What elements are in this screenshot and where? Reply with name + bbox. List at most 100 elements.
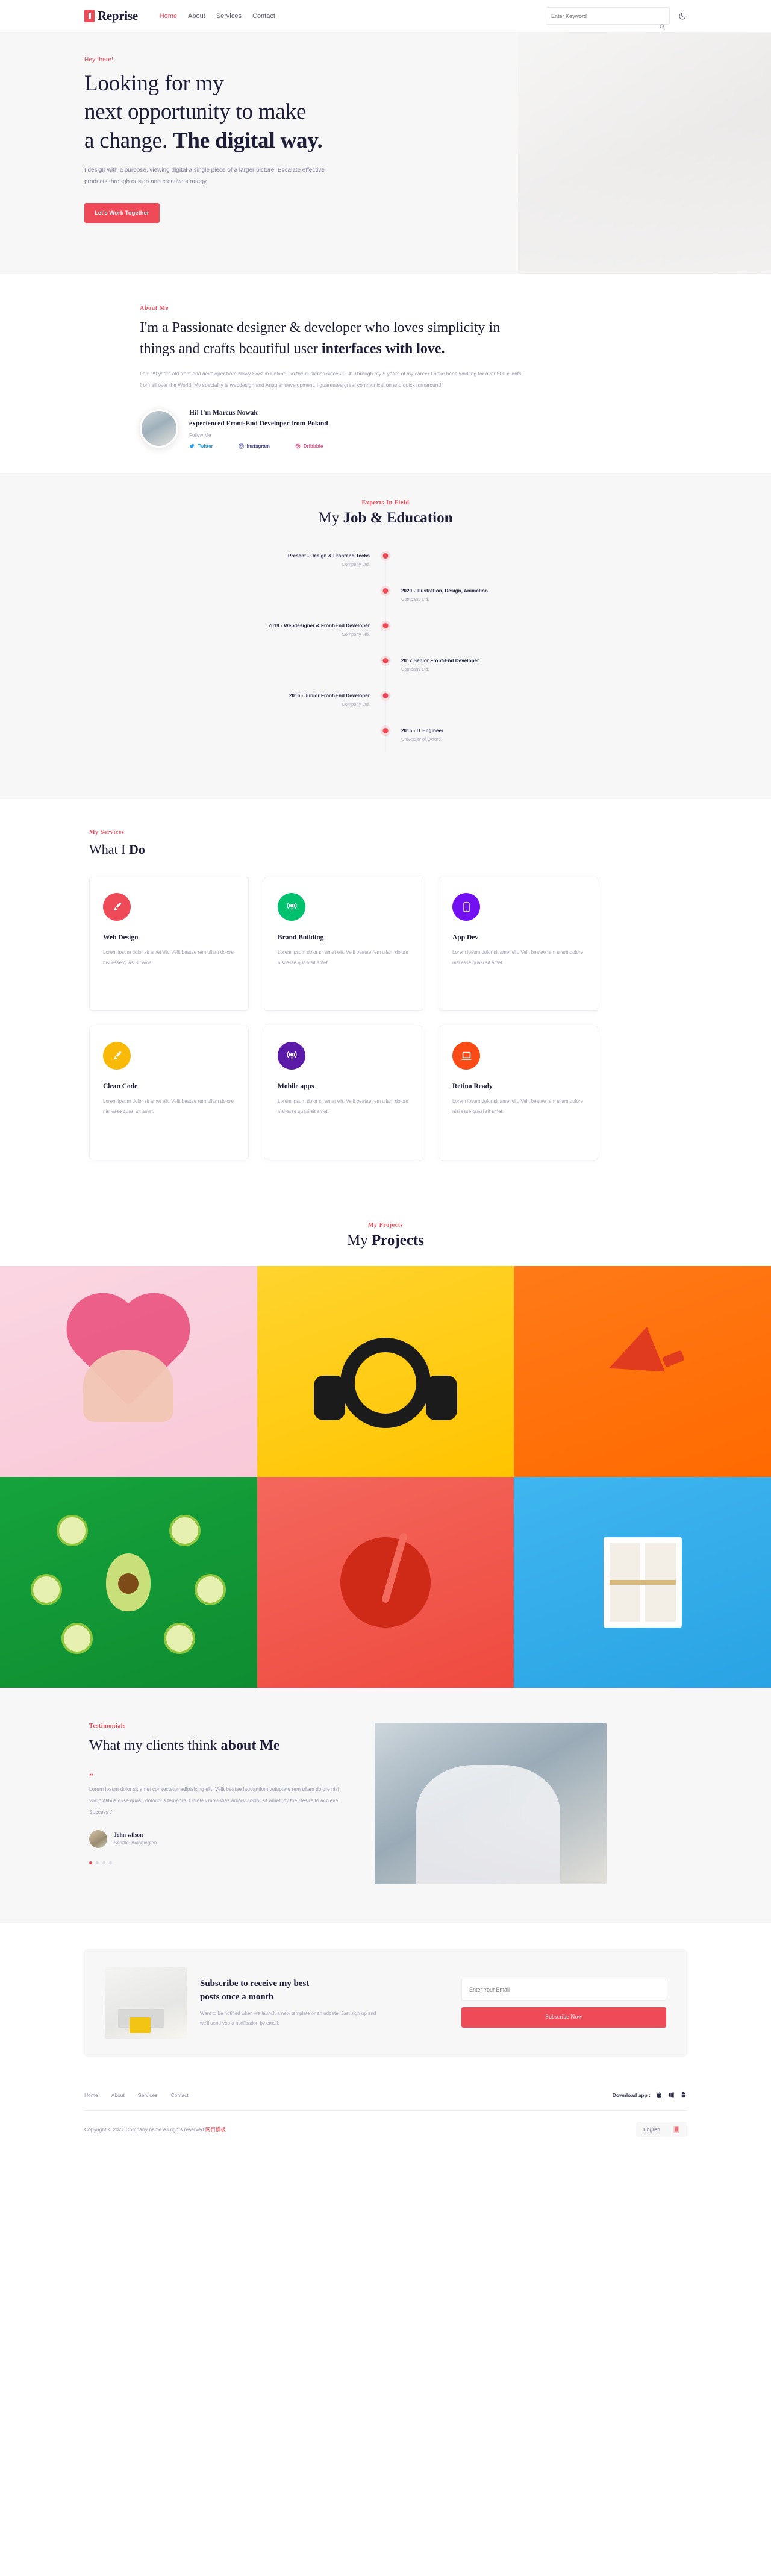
author-name-line-1: Hi! I'm Marcus Nowak [189, 409, 258, 416]
service-card-desc: Lorem ipsum dolor sit amet elit. Velit b… [452, 1098, 583, 1114]
service-card[interactable]: Mobile apps Lorem ipsum dolor sit amet e… [264, 1026, 423, 1160]
social-link-twitter[interactable]: Twitter [189, 443, 213, 449]
pagination-dot-3[interactable] [102, 1861, 105, 1864]
timeline-item-sub: Company Ltd. [342, 562, 370, 568]
service-card[interactable]: Retina Ready Lorem ipsum dolor sit amet … [439, 1026, 598, 1160]
service-card-title: Mobile apps [278, 1083, 314, 1091]
service-card[interactable]: App Dev Lorem ipsum dolor sit amet elit.… [439, 877, 598, 1011]
testimonials-title-plain: What my clients think [89, 1738, 221, 1754]
services-eyebrow: My Services [89, 829, 125, 836]
hero-title-line-3: a change. [84, 128, 173, 153]
timeline-item-sub: University of Oxford [401, 736, 441, 742]
about-heading: I'm a Passionate designer & developer wh… [140, 318, 525, 360]
timeline-item: 2020 - Illustration, Design, Animation C… [223, 588, 548, 623]
timeline-item: 2019 - Webdesigner & Front-End Developer… [223, 623, 548, 658]
testimonial-author-location: Seattle, Washington [114, 1840, 157, 1846]
subscribe-submit-button[interactable]: Subscribe Now [461, 2007, 666, 2028]
subscribe-email-input[interactable] [461, 1978, 666, 2001]
headphone-right-cup-shape [426, 1376, 458, 1421]
services-title-plain: What I [89, 842, 129, 857]
social-link-dribbble[interactable]: Dribbble [295, 443, 323, 449]
service-card-title: Brand Building [278, 934, 324, 942]
timeline-item-sub: Company Ltd. [401, 666, 429, 672]
language-selector[interactable]: English [636, 2122, 687, 2137]
timeline-dot-icon [382, 553, 389, 559]
kiwi-shape [195, 1574, 226, 1606]
timeline-item-sub: Company Ltd. [342, 631, 370, 638]
kiwi-shape [169, 1515, 201, 1547]
about-paragraph: I am 29 years old front-end developer fr… [140, 370, 522, 388]
android-icon[interactable] [680, 2092, 687, 2098]
project-tile-avocado-kiwi[interactable] [0, 1477, 257, 1688]
avocado-shape [106, 1553, 151, 1612]
hero-section: Hey there! Looking for my next opportuni… [0, 33, 771, 274]
service-card-title: Retina Ready [452, 1083, 493, 1091]
headphone-band-shape [340, 1338, 431, 1429]
nav-item-services[interactable]: Services [216, 13, 242, 20]
search-box[interactable] [546, 7, 670, 30]
hero-title: Looking for my next opportunity to make … [84, 69, 687, 155]
projects-grid [0, 1266, 771, 1688]
subscribe-heading-line-1: Subscribe to receive my best [200, 1979, 310, 1989]
windows-icon[interactable] [668, 2092, 675, 2098]
brand-logo[interactable]: Reprise [84, 8, 138, 24]
drink-cup-shape [340, 1537, 431, 1628]
logo-mark-icon [84, 10, 95, 22]
nav-item-about[interactable]: About [188, 13, 205, 20]
social-link-instagram[interactable]: Instagram [239, 443, 270, 449]
service-card[interactable]: Brand Building Lorem ipsum dolor sit ame… [264, 877, 423, 1011]
testimonial-pagination-dots[interactable] [89, 1861, 348, 1864]
service-card-desc: Lorem ipsum dolor sit amet elit. Velit b… [278, 1098, 408, 1114]
timeline-item: 2015 - IT Engineer University of Oxford [223, 728, 548, 752]
mobile-icon [452, 893, 480, 921]
project-tile-window-model[interactable] [514, 1477, 771, 1688]
timeline-item-title: Present - Design & Frontend Techs [287, 553, 370, 559]
service-card[interactable]: Web Design Lorem ipsum dolor sit amet el… [89, 877, 249, 1011]
nav-item-home[interactable]: Home [160, 13, 177, 20]
timeline-item-sub: Company Ltd. [342, 701, 370, 707]
brush-icon [103, 893, 131, 921]
timeline-eyebrow: Experts In Field [361, 500, 410, 507]
instagram-icon [239, 444, 244, 449]
service-card-title: Web Design [103, 934, 139, 942]
testimonial-author-name: John wilson [114, 1832, 143, 1838]
nav-item-contact[interactable]: Contact [252, 13, 275, 20]
hero-paragraph: I design with a purpose, viewing digital… [84, 167, 325, 186]
search-icon[interactable] [660, 24, 665, 30]
footer-nav-item-contact[interactable]: Contact [171, 2092, 189, 2098]
apple-icon[interactable] [656, 2092, 663, 2098]
author-card: Hi! I'm Marcus Nowak experienced Front-E… [140, 408, 687, 449]
testimonial-photo [375, 1723, 607, 1885]
timeline-item-sub: Company Ltd. [401, 597, 429, 603]
testimonial-author: John wilson Seattle, Washington [89, 1829, 348, 1848]
subscribe-form: Subscribe Now [461, 1978, 666, 2028]
pagination-dot-1[interactable] [89, 1861, 92, 1864]
pagination-dot-4[interactable] [109, 1861, 112, 1864]
author-avatar [140, 409, 178, 448]
footer-nav-item-about[interactable]: About [111, 2092, 125, 2098]
copyright-cn-link[interactable]: 网页模板 [205, 2126, 226, 2133]
pagination-dot-2[interactable] [96, 1861, 99, 1864]
service-card-desc: Lorem ipsum dolor sit amet elit. Velit b… [103, 950, 234, 965]
project-tile-red-drink[interactable] [257, 1477, 514, 1688]
service-card[interactable]: Clean Code Lorem ipsum dolor sit amet el… [89, 1026, 249, 1160]
moon-icon[interactable] [678, 12, 687, 20]
footer-nav: Home About Services Contact [84, 2092, 189, 2098]
projects-title-emphasis: Projects [371, 1232, 424, 1249]
footer-nav-item-home[interactable]: Home [84, 2092, 98, 2098]
timeline-dot-icon [382, 693, 389, 699]
hero-cta-button[interactable]: Let's Work Together [84, 203, 160, 224]
copyright-text: Copyright © 2021.Company name All rights… [84, 2126, 226, 2133]
brand-name: Reprise [98, 8, 138, 23]
flag-icon [673, 2126, 679, 2133]
primary-nav: Home About Services Contact [160, 13, 275, 20]
project-tile-headphones[interactable] [257, 1266, 514, 1478]
project-tile-flowers-in-hands[interactable] [0, 1266, 257, 1478]
search-input[interactable] [551, 13, 664, 19]
quote-mark-icon: ” [89, 1771, 93, 1781]
project-tile-megaphone[interactable] [514, 1266, 771, 1478]
timeline-title-emphasis: Job & Education [343, 510, 453, 527]
footer-nav-item-services[interactable]: Services [138, 2092, 158, 2098]
megaphone-cone-shape [599, 1327, 665, 1391]
hero-title-line-1: Looking for my [84, 71, 224, 96]
